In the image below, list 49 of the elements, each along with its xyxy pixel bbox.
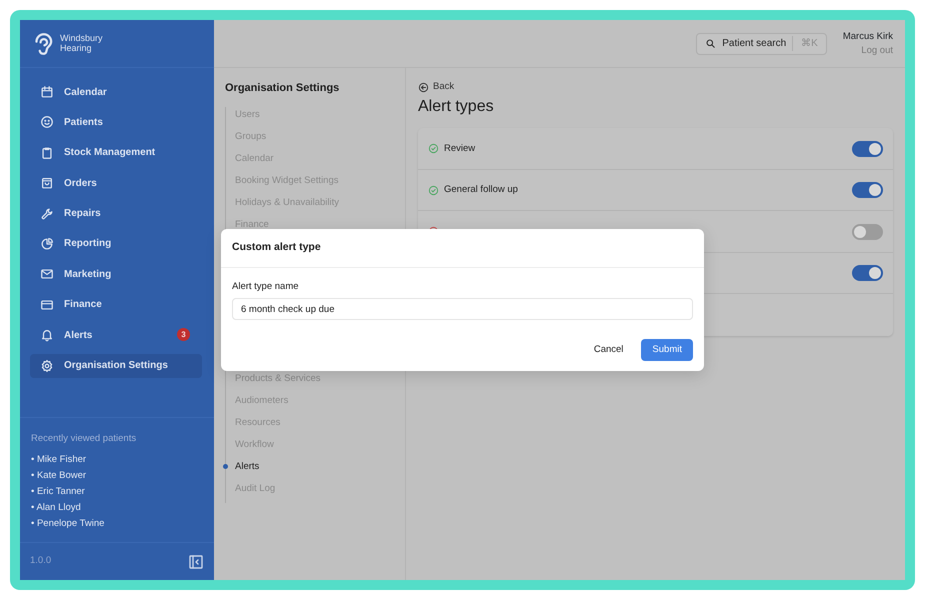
brand-name: Windsbury Hearing <box>60 34 103 53</box>
count-badge: 3 <box>177 328 190 342</box>
check-circle-icon <box>428 184 439 196</box>
pie-chart-icon <box>40 236 54 251</box>
clipboard-icon <box>40 146 54 160</box>
collapse-sidebar-icon[interactable] <box>188 554 204 570</box>
cancel-button[interactable]: Cancel <box>588 339 630 362</box>
back-link[interactable]: Back <box>418 80 454 94</box>
sidebar-item[interactable]: Orders <box>30 171 202 196</box>
settings-nav-item[interactable]: Alerts <box>226 458 268 480</box>
text-field[interactable]: 6 month check up due <box>232 298 693 320</box>
search-icon <box>705 38 716 49</box>
toggle-switch[interactable] <box>852 140 883 157</box>
calendar-icon <box>40 85 54 99</box>
dialog-title: Custom alert type <box>221 229 704 268</box>
sidebar-item[interactable]: Alerts 3 <box>30 323 202 348</box>
envelope-icon <box>40 267 54 282</box>
bag-icon <box>40 176 54 190</box>
patient-link[interactable]: • Mike Fisher <box>31 452 203 468</box>
settings-icon <box>40 358 54 373</box>
patient-link[interactable]: • Eric Tanner <box>31 484 203 500</box>
patient-link[interactable]: • Kate Bower <box>31 468 203 484</box>
sidebar-item[interactable]: Organisation Settings <box>30 354 202 378</box>
bell-icon <box>40 328 54 342</box>
sidebar-item[interactable]: Stock Management <box>30 140 202 165</box>
toggle-switch[interactable] <box>852 265 883 282</box>
field-label: Alert type name <box>232 280 300 294</box>
sidebar-item[interactable]: Finance <box>30 292 202 317</box>
sidebar-item[interactable]: Repairs <box>30 202 202 226</box>
wrench-icon <box>40 206 54 221</box>
section-heading: Recently viewed patients <box>31 432 138 446</box>
alert-type-name: General follow up <box>444 183 518 198</box>
toggle-switch[interactable] <box>852 224 883 240</box>
sidebar-item[interactable]: Calendar <box>30 80 202 104</box>
version-label: 1.0.0 <box>30 554 52 568</box>
page-title: Alert types <box>418 97 495 116</box>
alert-type-name: Review <box>444 142 476 156</box>
smiley-icon <box>40 115 54 130</box>
user-name: Marcus Kirk <box>842 30 893 44</box>
check-circle-icon <box>428 143 439 154</box>
patient-link[interactable]: • Penelope Twine <box>31 516 203 532</box>
section-title: Organisation Settings <box>225 81 340 96</box>
patient-link[interactable]: • Alan Lloyd <box>31 500 203 516</box>
sidebar-item[interactable]: Patients <box>30 110 202 134</box>
sidebar-item[interactable]: Reporting <box>30 232 202 256</box>
credit-card-icon <box>40 298 54 312</box>
sidebar-item[interactable]: Marketing <box>30 262 202 286</box>
submit-button[interactable]: Submit <box>641 339 693 362</box>
toggle-switch[interactable] <box>852 182 883 198</box>
